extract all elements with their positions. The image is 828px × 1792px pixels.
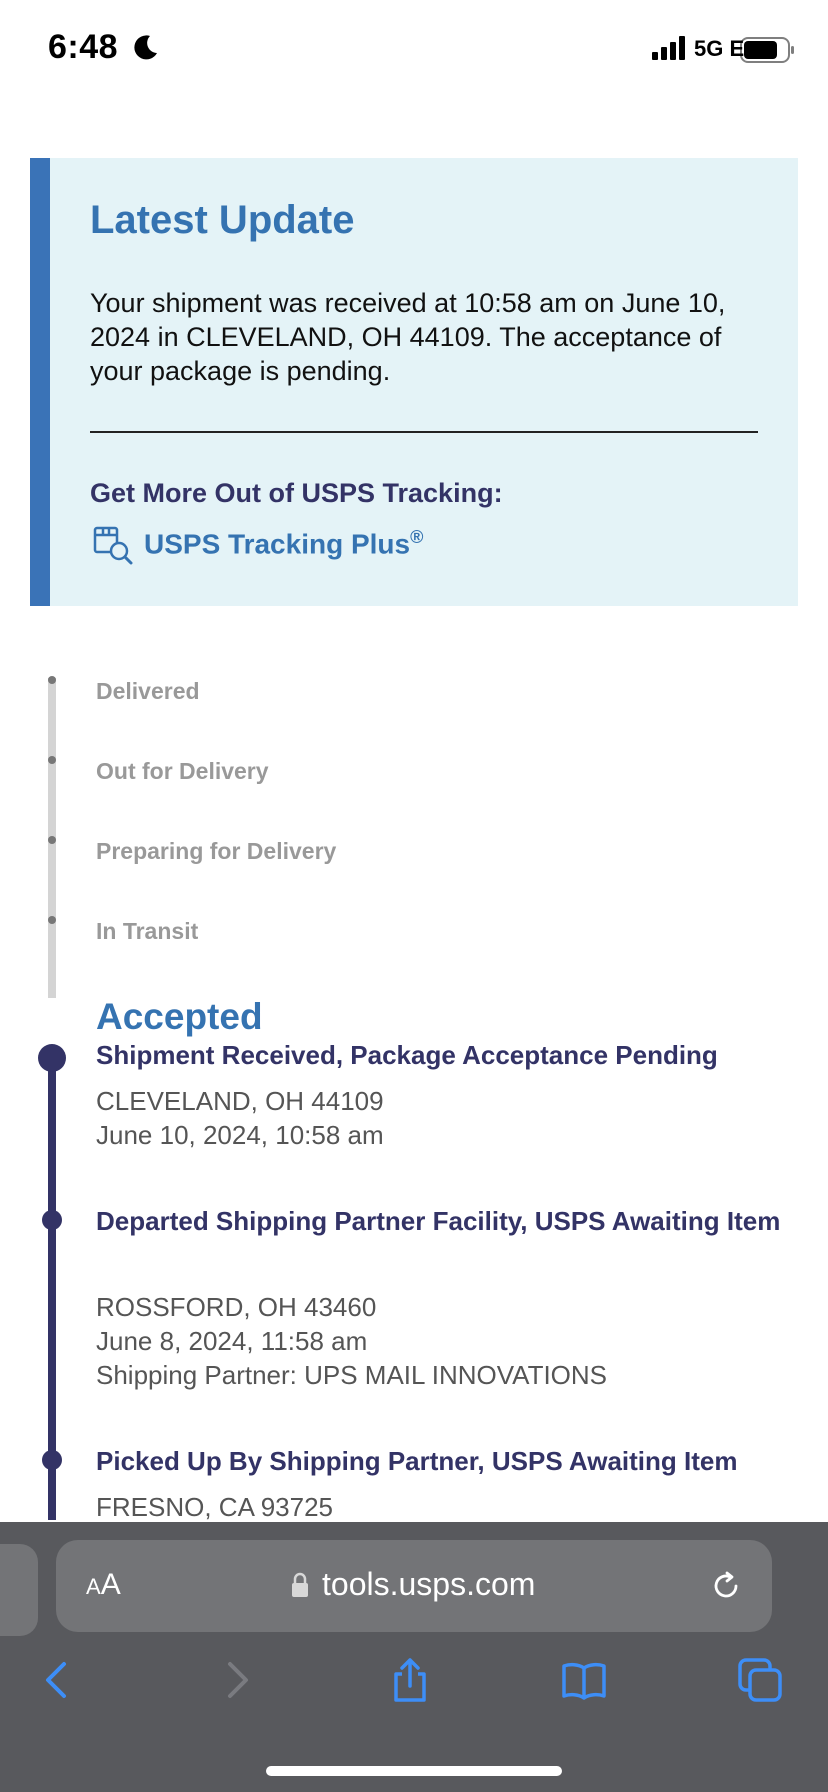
event-location: CLEVELAND, OH 44109 — [96, 1086, 384, 1116]
address-bar[interactable]: AA tools.usps.com — [56, 1540, 772, 1632]
step-out-for-delivery: Out for Delivery — [96, 758, 269, 784]
divider — [90, 431, 758, 433]
browser-toolbar: AA tools.usps.com — [0, 1522, 828, 1792]
reload-icon[interactable] — [708, 1568, 744, 1604]
package-search-icon — [93, 526, 133, 565]
forward-icon[interactable] — [212, 1656, 260, 1704]
moon-icon — [134, 35, 157, 60]
home-indicator[interactable] — [266, 1766, 562, 1776]
tracking-plus-link[interactable]: USPS Tracking Plus® — [92, 522, 423, 566]
previous-tab-preview[interactable] — [0, 1544, 38, 1636]
share-icon[interactable] — [386, 1656, 434, 1704]
battery-icon — [740, 37, 794, 63]
step-dot-preparing — [48, 836, 56, 844]
event-dot — [42, 1450, 62, 1470]
event-dot — [42, 1210, 62, 1230]
step-dot-in-transit — [48, 916, 56, 924]
event-datetime: June 8, 2024, 11:58 am — [96, 1326, 368, 1356]
event-datetime: June 10, 2024, 10:58 am — [96, 1120, 384, 1150]
card-accent-bar — [30, 158, 50, 606]
event-location: ROSSFORD, OH 43460 — [96, 1292, 377, 1322]
latest-update-body: Your shipment was received at 10:58 am o… — [90, 288, 726, 386]
registered-mark: ® — [410, 527, 424, 548]
step-dot-out-for-delivery — [48, 756, 56, 764]
event-title: Picked Up By Shipping Partner, USPS Awai… — [96, 1446, 738, 1476]
tracking-timeline: Delivered Out for Delivery Preparing for… — [0, 660, 828, 1522]
step-in-transit: In Transit — [96, 918, 199, 944]
event-title: Shipment Received, Package Acceptance Pe… — [96, 1040, 718, 1070]
tracking-promo-label: Get More Out of USPS Tracking: — [90, 478, 503, 508]
status-bar: 6:48 5G E — [0, 0, 828, 100]
network-label: 5G E — [694, 36, 745, 61]
tabs-icon[interactable] — [736, 1656, 784, 1704]
step-preparing-for-delivery: Preparing for Delivery — [96, 838, 337, 864]
lock-icon — [292, 1572, 308, 1597]
event-location: FRESNO, CA 93725 — [96, 1492, 333, 1522]
step-delivered: Delivered — [96, 678, 200, 704]
text-size-button[interactable]: AA — [86, 1568, 121, 1602]
status-time: 6:48 — [48, 28, 119, 66]
current-status-label: Accepted — [96, 996, 263, 1037]
step-dot-delivered — [48, 676, 56, 684]
event-dot-current — [38, 1044, 66, 1072]
latest-update-card: Latest Update Your shipment was received… — [30, 158, 798, 606]
signal-icon — [652, 36, 685, 60]
back-icon[interactable] — [34, 1656, 82, 1704]
latest-update-title: Latest Update — [90, 198, 355, 242]
bookmarks-icon[interactable] — [560, 1656, 608, 1704]
tracking-plus-label[interactable]: USPS Tracking Plus® — [144, 527, 423, 560]
event-note: Shipping Partner: UPS MAIL INNOVATIONS — [96, 1360, 608, 1390]
event-title: Departed Shipping Partner Facility, USPS… — [96, 1206, 781, 1236]
url-text[interactable]: tools.usps.com — [322, 1566, 535, 1603]
